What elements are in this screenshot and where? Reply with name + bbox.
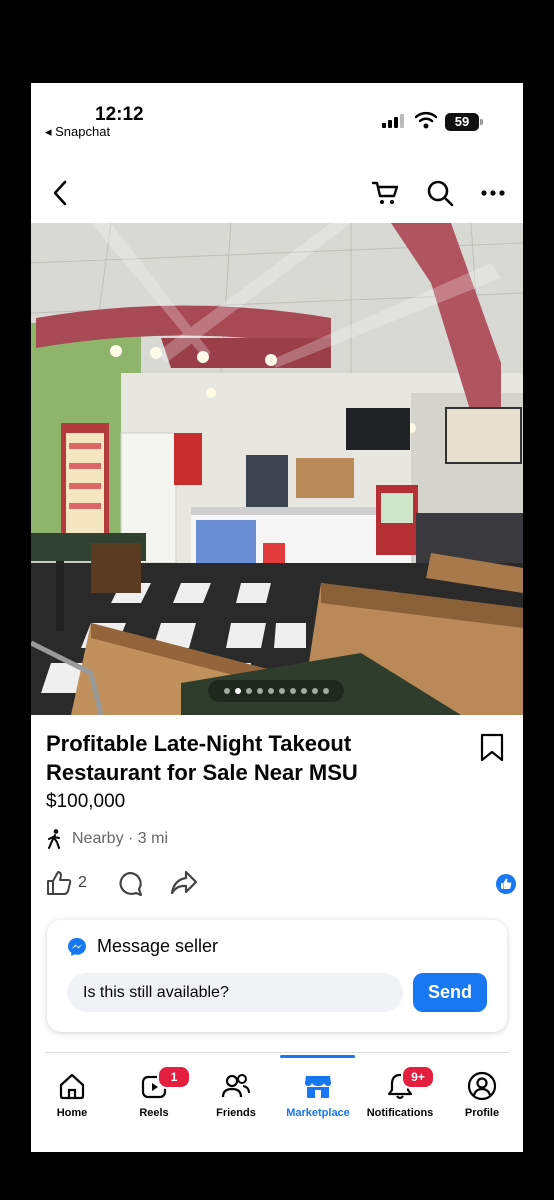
more-horizontal-icon (481, 190, 505, 196)
phone-screen: 12:12 ◂ Snapchat 59 Profitable Late-Nigh… (31, 83, 523, 1152)
message-input[interactable] (67, 973, 403, 1012)
save-listing-button[interactable] (479, 733, 505, 768)
carousel-dot (267, 688, 274, 694)
carousel-dot (322, 688, 329, 694)
wifi-icon (415, 112, 437, 129)
comment-button[interactable] (116, 870, 144, 898)
notifications-badge: 9+ (401, 1065, 435, 1089)
listing-actions: 2 (46, 870, 516, 900)
share-icon (170, 870, 198, 895)
friends-icon (221, 1074, 250, 1098)
bottom-tab-bar: Home 1 Reels Friends Marketplace 9+ Noti… (31, 1055, 523, 1152)
chevron-left-icon (53, 180, 67, 206)
message-seller-header: Message seller (67, 936, 218, 957)
tab-marketplace[interactable]: Marketplace (277, 1055, 359, 1125)
share-button[interactable] (170, 870, 198, 896)
top-nav-bar (31, 167, 523, 219)
tab-notifications[interactable]: 9+ Notifications (359, 1055, 441, 1125)
back-to-app-link[interactable]: ◂ Snapchat (45, 124, 110, 140)
listing-photo-carousel[interactable] (31, 223, 523, 715)
carousel-dot (300, 688, 307, 694)
carousel-pagination (208, 680, 344, 702)
send-button[interactable]: Send (413, 973, 487, 1012)
carousel-dot (289, 688, 296, 694)
tab-home[interactable]: Home (31, 1055, 113, 1125)
location-text: Nearby · 3 mi (72, 830, 169, 847)
tab-profile[interactable]: Profile (441, 1055, 523, 1125)
like-reaction-icon (496, 874, 516, 894)
home-icon (59, 1073, 85, 1100)
bookmark-icon (480, 733, 504, 762)
carousel-dot (311, 688, 318, 694)
carousel-dot-active (234, 688, 241, 694)
reels-badge: 1 (157, 1065, 191, 1089)
divider (45, 1052, 509, 1053)
search-icon (427, 180, 454, 207)
comment-icon (119, 871, 143, 897)
messenger-icon (68, 937, 86, 956)
status-time: 12:12 (95, 104, 144, 125)
marketplace-icon (305, 1076, 331, 1098)
walking-person-icon (48, 829, 60, 849)
listing-price: $100,000 (46, 791, 126, 812)
carousel-dot (278, 688, 285, 694)
tab-friends[interactable]: Friends (195, 1055, 277, 1125)
carousel-dot (223, 688, 230, 694)
message-seller-card: Message seller Send (47, 920, 507, 1032)
listing-title: Profitable Late-Night Takeout Restaurant… (46, 731, 358, 785)
like-reaction-badge (496, 874, 516, 894)
cart-button[interactable] (365, 173, 405, 213)
profile-icon (467, 1071, 497, 1101)
like-count: 2 (78, 874, 87, 891)
tab-label: Profile (464, 1107, 500, 1119)
tab-reels[interactable]: 1 Reels (113, 1055, 195, 1125)
carousel-dot (256, 688, 263, 694)
like-button[interactable]: 2 (46, 870, 87, 896)
more-button[interactable] (473, 173, 513, 213)
cart-icon (371, 181, 399, 204)
battery-indicator: 59 (445, 113, 483, 131)
message-seller-title: Message seller (97, 936, 219, 956)
listing-location: Nearby · 3 mi (46, 828, 168, 850)
status-bar: 12:12 ◂ Snapchat 59 (31, 83, 523, 145)
thumbs-up-icon (47, 871, 72, 895)
carousel-dot (245, 688, 252, 694)
listing-photo (31, 223, 523, 715)
signal-icon (382, 114, 404, 128)
search-button[interactable] (420, 173, 460, 213)
back-button[interactable] (40, 173, 80, 213)
